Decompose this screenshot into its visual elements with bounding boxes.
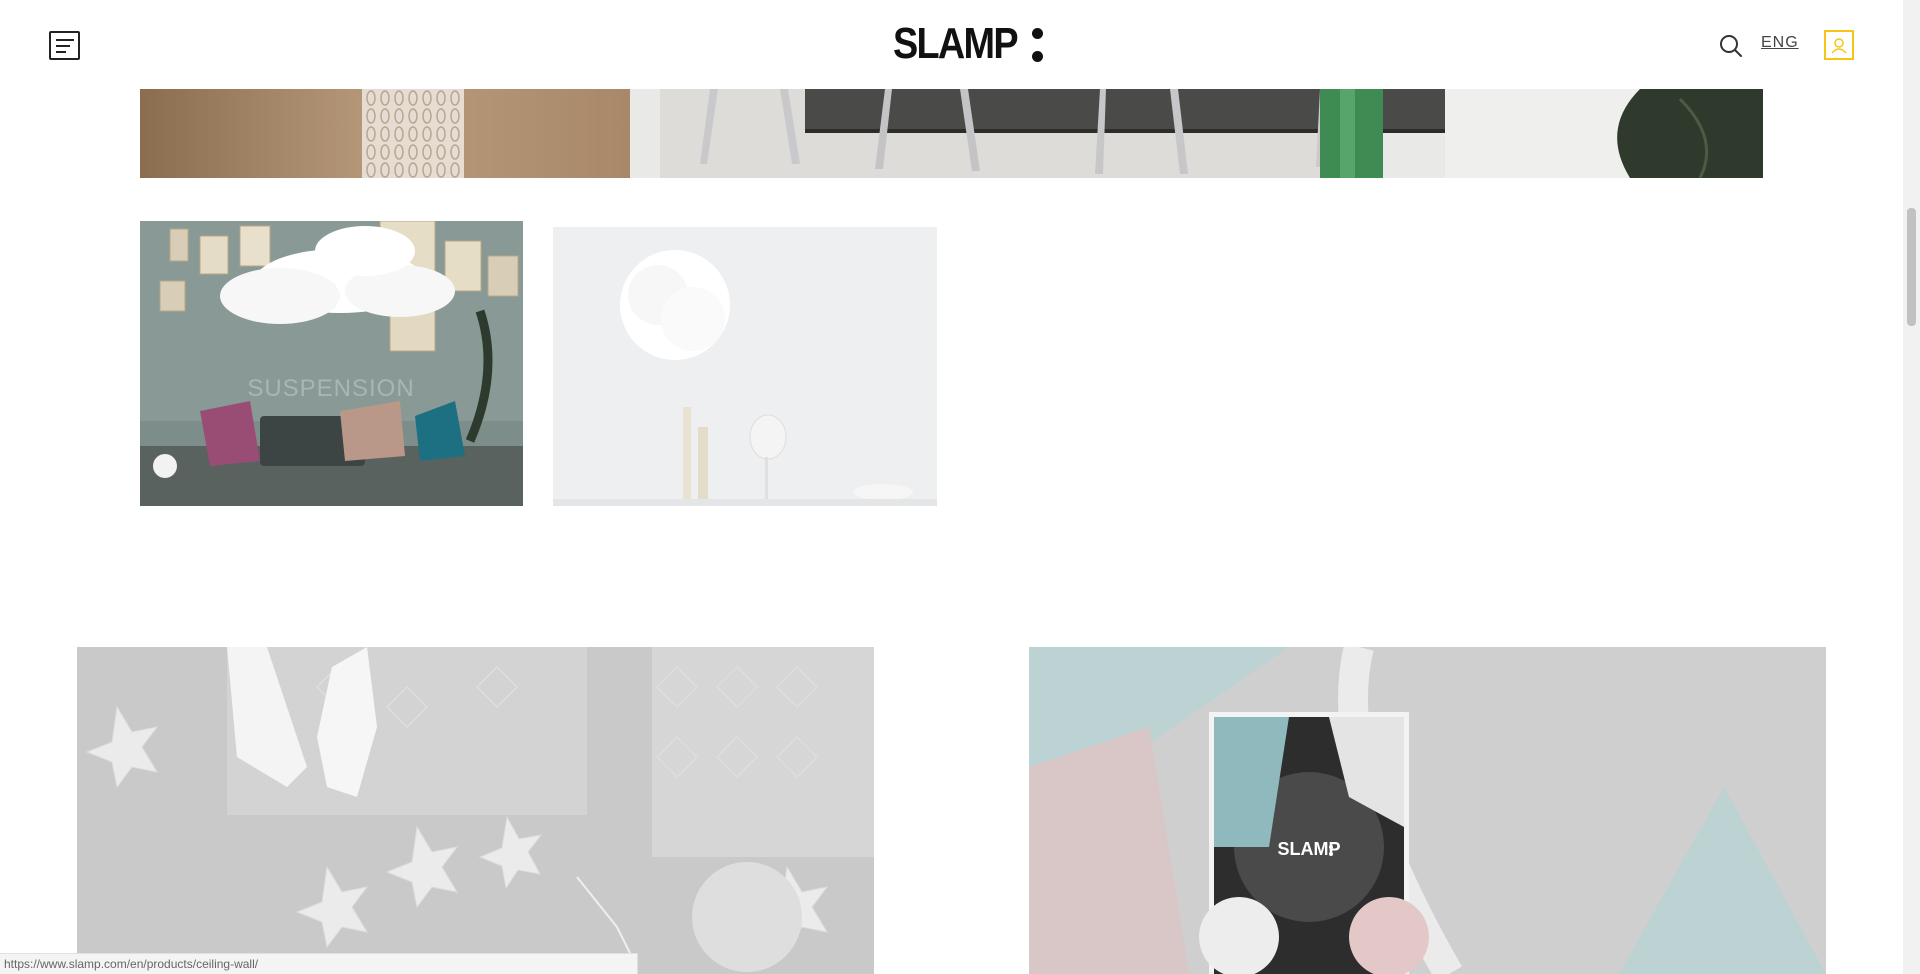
menu-icon-line [56,45,70,47]
menu-icon-line [56,39,74,41]
search-button[interactable] [1718,33,1744,59]
site-header: SLAMP ENG [0,0,1903,89]
catalogue-photo: SLAMP [1029,647,1826,974]
logo-text: SLAMP [893,19,1019,68]
vertical-scrollbar[interactable] [1903,0,1920,974]
banner-image[interactable] [140,89,1763,178]
account-button[interactable] [1824,30,1854,60]
ceiling-wall-photo [77,647,874,974]
scrollbar-thumb[interactable] [1907,208,1916,326]
card-overlay-text: SUSPENSION [247,375,414,402]
language-selector[interactable]: ENG [1761,34,1799,52]
product-card-pendant[interactable] [553,227,937,506]
browser-status-bar: https://www.slamp.com/en/products/ceilin… [0,953,638,974]
site-logo[interactable]: SLAMP [893,22,1043,66]
category-card-catalogue[interactable]: SLAMP [1029,647,1826,974]
menu-button[interactable] [49,31,80,60]
menu-icon-line [56,51,66,53]
category-card-ceiling-wall[interactable] [77,647,874,974]
catalogue-logo-text: SLAMP [1278,839,1341,859]
suspension-photo: SUSPENSION [140,221,523,506]
product-card-suspension[interactable]: SUSPENSION [140,221,523,506]
pendant-photo [553,227,937,506]
page: SLAMP ENG SUSPENSION SLAMP https://www.s… [0,0,1920,974]
logo-colon [1032,28,1043,62]
account-icon [1831,38,1847,54]
banner-photo [140,89,1763,178]
search-icon [1720,35,1742,57]
